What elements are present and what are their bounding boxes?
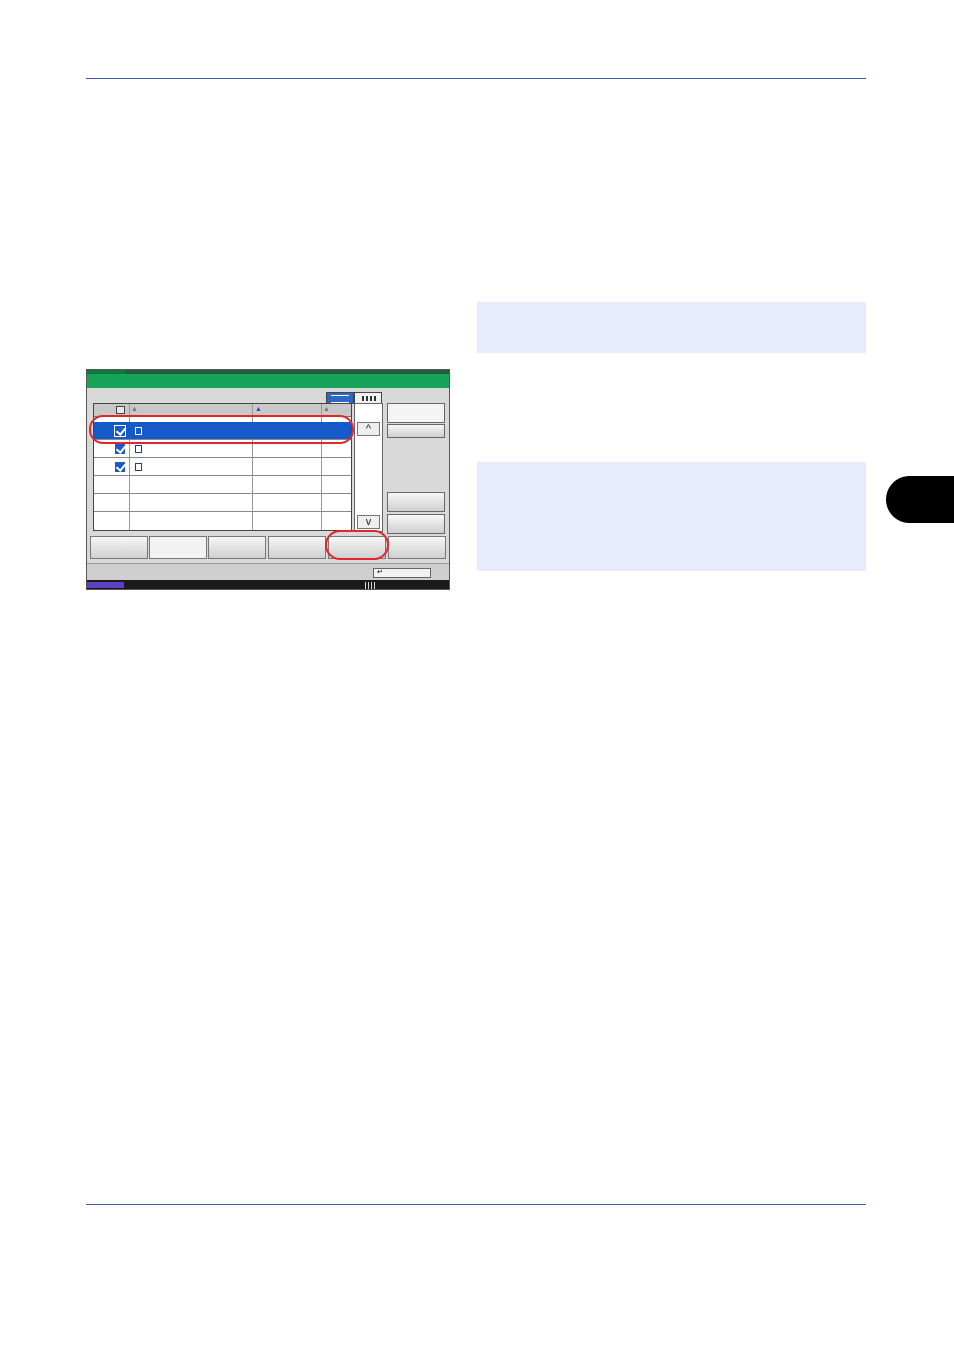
thumbnail-view-icon xyxy=(362,396,376,401)
function-button-4[interactable] xyxy=(268,536,326,559)
highlight-function-button xyxy=(325,530,389,560)
list-scrollbar[interactable]: ^ v xyxy=(354,403,383,532)
panel-title-bar xyxy=(87,370,449,388)
function-button-6[interactable] xyxy=(388,536,446,559)
side-button-3[interactable] xyxy=(387,492,445,512)
chapter-tab xyxy=(886,476,954,523)
function-button-2[interactable] xyxy=(149,536,207,559)
highlight-selected-row xyxy=(89,415,354,444)
footer-rule xyxy=(86,1204,866,1205)
document-box-panel: ▲ ▲ ▲ ^ v ↵ xyxy=(86,369,450,590)
footer-bar xyxy=(87,580,449,589)
side-button-top[interactable] xyxy=(387,403,445,423)
document-icon xyxy=(135,445,142,453)
list-item[interactable] xyxy=(94,476,351,494)
bottom-button-bar xyxy=(90,536,447,559)
status-bar: ↵ xyxy=(87,563,449,580)
note-box-1 xyxy=(477,302,866,353)
checkbox-icon[interactable] xyxy=(114,461,126,473)
select-all-checkbox[interactable] xyxy=(116,406,125,414)
list-view-icon xyxy=(331,395,349,403)
scroll-up-button[interactable]: ^ xyxy=(357,422,380,436)
active-tab-marker xyxy=(87,370,125,374)
scroll-down-button[interactable]: v xyxy=(357,515,380,529)
toner-icon xyxy=(365,582,377,589)
function-button-3[interactable] xyxy=(208,536,266,559)
sort-date-icon[interactable]: ▲ xyxy=(255,405,262,415)
sort-name-icon[interactable]: ▲ xyxy=(131,405,138,415)
sort-size-icon[interactable]: ▲ xyxy=(323,405,330,415)
document-icon xyxy=(135,463,142,471)
status-button[interactable]: ↵ xyxy=(373,568,431,578)
header-rule xyxy=(86,78,866,79)
status-indicator xyxy=(87,582,124,588)
list-item[interactable] xyxy=(94,458,351,476)
side-button-2[interactable] xyxy=(387,424,445,438)
list-item[interactable] xyxy=(94,494,351,512)
checkbox-icon[interactable] xyxy=(114,443,126,455)
note-box-2 xyxy=(477,462,866,571)
function-button-1[interactable] xyxy=(90,536,148,559)
side-button-4[interactable] xyxy=(387,514,445,534)
list-item[interactable] xyxy=(94,512,351,530)
